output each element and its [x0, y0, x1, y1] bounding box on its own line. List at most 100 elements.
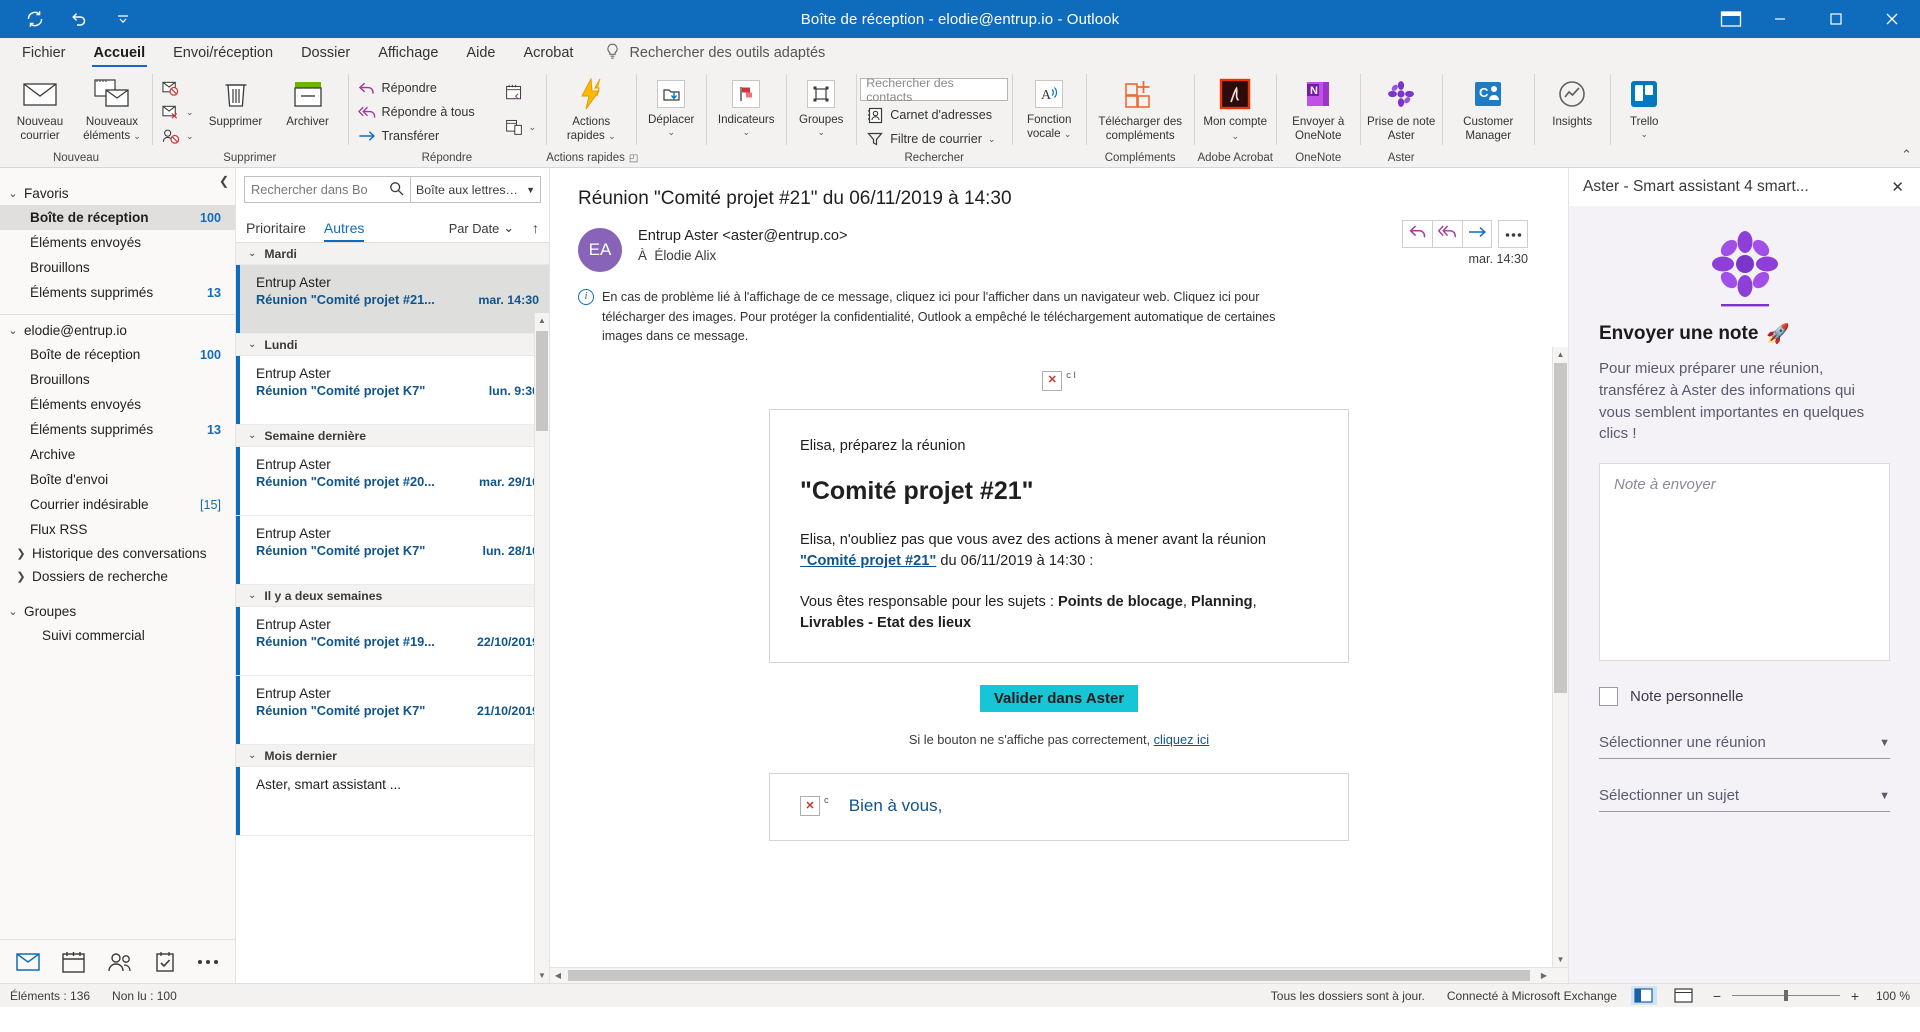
tab-envoi-reception[interactable]: Envoi/réception: [159, 38, 287, 68]
archive-button[interactable]: Archiver: [272, 72, 344, 129]
quick-steps-button[interactable]: Actions rapides ⌄: [550, 72, 632, 142]
insights-button[interactable]: Insights: [1538, 72, 1606, 129]
aster-note-button[interactable]: Prise de note Aster: [1364, 72, 1438, 142]
fallback-link[interactable]: cliquez ici: [1154, 732, 1209, 747]
sidebar-item-sent-fav[interactable]: Éléments envoyés: [0, 230, 235, 255]
tab-acrobat[interactable]: Acrobat: [509, 38, 587, 68]
message-list-scrollbar[interactable]: ▲ ▼: [534, 313, 549, 983]
list-item[interactable]: Entrup Aster Réunion "Comité projet K7" …: [236, 516, 549, 585]
reply-all-button[interactable]: Répondre à tous: [352, 100, 481, 124]
move-button[interactable]: Déplacer ⌄: [640, 72, 702, 138]
group-header-mois-dernier[interactable]: ⌄ Mois dernier: [236, 745, 549, 767]
group-header-semaine-derniere[interactable]: ⌄ Semaine dernière: [236, 425, 549, 447]
trello-button[interactable]: Trello ⌄: [1614, 72, 1674, 140]
clean-up-button[interactable]: ⌄: [156, 100, 200, 124]
maximize-button[interactable]: [1808, 0, 1864, 38]
delete-button[interactable]: Supprimer: [200, 72, 272, 129]
sidebar-item-drafts[interactable]: Brouillons: [0, 367, 235, 392]
info-bar[interactable]: i En cas de problème lié à l'affichage d…: [578, 288, 1540, 347]
scrollbar-thumb[interactable]: [1554, 362, 1567, 693]
sync-icon[interactable]: [22, 6, 48, 32]
hscrollbar-thumb[interactable]: [568, 970, 1530, 981]
sidebar-item-outbox[interactable]: Boîte d'envoi: [0, 467, 235, 492]
folder-group-groupes[interactable]: ⌄ Groupes: [0, 600, 235, 623]
tab-dossier[interactable]: Dossier: [287, 38, 364, 68]
more-actions-button[interactable]: [1498, 220, 1528, 248]
group-header-mardi[interactable]: ⌄ Mardi: [236, 243, 549, 265]
tab-affichage[interactable]: Affichage: [364, 38, 452, 68]
tasks-icon[interactable]: [155, 951, 175, 972]
select-meeting-dropdown[interactable]: Sélectionner une réunion ▼: [1599, 734, 1890, 759]
tab-prioritaire[interactable]: Prioritaire: [246, 220, 306, 242]
reading-view-icon[interactable]: [1671, 986, 1697, 1005]
list-item[interactable]: Entrup Aster Réunion "Comité projet K7" …: [236, 676, 549, 745]
list-item[interactable]: Entrup Aster Réunion "Comité projet #21.…: [236, 265, 549, 334]
minimize-button[interactable]: [1752, 0, 1808, 38]
search-scope-select[interactable]: Boîte aux lettres actuelle ▼: [411, 176, 541, 203]
sidebar-item-drafts-fav[interactable]: Brouillons: [0, 255, 235, 280]
sidebar-item-rss[interactable]: Flux RSS: [0, 517, 235, 542]
sidebar-item-deleted-fav[interactable]: Éléments supprimés 13: [0, 280, 235, 305]
list-item[interactable]: Aster, smart assistant ...: [236, 767, 549, 836]
zoom-in-button[interactable]: +: [1849, 988, 1861, 1004]
list-item[interactable]: Entrup Aster Réunion "Comité projet K7" …: [236, 356, 549, 425]
sidebar-item-junk[interactable]: Courrier indésirable [15]: [0, 492, 235, 517]
forward-button[interactable]: Transférer: [352, 124, 481, 148]
sidebar-item-inbox-fav[interactable]: Boîte de réception 100: [0, 205, 235, 230]
folder-group-favoris[interactable]: ⌄ Favoris: [0, 182, 235, 205]
more-respond-button[interactable]: ⌄: [499, 110, 543, 144]
sidebar-item-search-folders[interactable]: ❯ Dossiers de recherche: [0, 565, 235, 588]
search-input[interactable]: Rechercher dans Bo: [244, 176, 411, 203]
sort-direction-button[interactable]: ↑: [532, 220, 539, 242]
tab-autres[interactable]: Autres: [323, 220, 365, 242]
calendar-icon[interactable]: [62, 951, 85, 973]
mail-icon[interactable]: [16, 952, 40, 972]
folder-group-account[interactable]: ⌄ elodie@entrup.io: [0, 319, 235, 342]
acrobat-account-button[interactable]: Mon compte ⌄: [1198, 72, 1272, 142]
list-item[interactable]: Entrup Aster Réunion "Comité projet #19.…: [236, 607, 549, 676]
tab-accueil[interactable]: Accueil: [80, 38, 160, 68]
collapse-folder-pane-button[interactable]: ❮: [219, 174, 229, 188]
sidebar-item-archive[interactable]: Archive: [0, 442, 235, 467]
collapse-ribbon-button[interactable]: ⌃: [1901, 147, 1912, 163]
ignore-button[interactable]: [156, 76, 200, 100]
groups-button[interactable]: Groupes ⌄: [790, 72, 852, 138]
search-contacts-input[interactable]: Rechercher des contacts: [860, 76, 1009, 104]
note-textarea[interactable]: Note à envoyer: [1599, 463, 1890, 661]
mail-filter-button[interactable]: Filtre de courrier ⌄: [860, 127, 1008, 151]
zoom-slider-thumb[interactable]: [1783, 990, 1788, 1001]
read-aloud-button[interactable]: A Fonction vocale ⌄: [1016, 72, 1082, 140]
qat-more-icon[interactable]: [110, 6, 136, 32]
flags-button[interactable]: Indicateurs ⌄: [710, 72, 782, 138]
zoom-out-button[interactable]: −: [1711, 988, 1723, 1004]
get-addins-button[interactable]: Télécharger des compléments: [1090, 72, 1190, 142]
new-items-button[interactable]: Nouveaux éléments ⌄: [76, 72, 148, 142]
address-book-button[interactable]: Carnet d'adresses: [860, 103, 1008, 127]
people-icon[interactable]: [107, 952, 133, 972]
group-header-deux-semaines[interactable]: ⌄ Il y a deux semaines: [236, 585, 549, 607]
scroll-down-icon[interactable]: ▼: [1553, 952, 1568, 967]
reading-pane-hscrollbar[interactable]: ◀ ▶: [550, 967, 1568, 983]
sidebar-item-suivi-commercial[interactable]: Suivi commercial: [0, 623, 235, 648]
select-subject-dropdown[interactable]: Sélectionner un sujet ▼: [1599, 787, 1890, 812]
reply-button[interactable]: Répondre: [352, 76, 481, 100]
personal-note-checkbox[interactable]: [1599, 687, 1618, 706]
customer-manager-button[interactable]: C Customer Manager: [1446, 72, 1530, 142]
list-item[interactable]: Entrup Aster Réunion "Comité projet #20.…: [236, 447, 549, 516]
scroll-right-icon[interactable]: ▶: [1536, 971, 1552, 980]
normal-view-icon[interactable]: [1630, 986, 1657, 1005]
meeting-button[interactable]: [499, 76, 543, 110]
sidebar-item-sent[interactable]: Éléments envoyés: [0, 392, 235, 417]
validate-in-aster-button[interactable]: Valider dans Aster: [979, 685, 1139, 713]
new-mail-button[interactable]: Nouveau courrier: [4, 72, 76, 142]
sort-by-dropdown[interactable]: Par Date ⌄: [449, 220, 514, 242]
tab-fichier[interactable]: Fichier: [8, 38, 80, 68]
group-header-lundi[interactable]: ⌄ Lundi: [236, 334, 549, 356]
zoom-control[interactable]: − + 100 %: [1711, 988, 1910, 1004]
close-button[interactable]: [1864, 0, 1920, 38]
undo-icon[interactable]: [66, 6, 92, 32]
scroll-up-icon[interactable]: ▲: [1553, 347, 1568, 362]
tab-aide[interactable]: Aide: [452, 38, 509, 68]
meeting-link[interactable]: "Comité projet #21": [800, 553, 936, 569]
scroll-left-icon[interactable]: ◀: [550, 971, 566, 980]
